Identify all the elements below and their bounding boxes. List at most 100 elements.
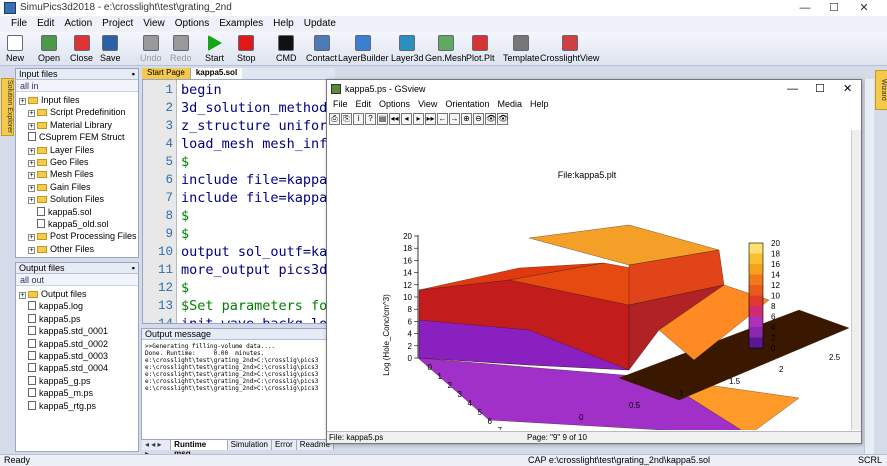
toolbar-cmd-button[interactable]: CMD xyxy=(276,34,297,63)
menu-action[interactable]: Action xyxy=(59,16,97,32)
gsview-tool-icon[interactable]: 👁 xyxy=(485,113,496,125)
code-line[interactable]: include file=kappa5. xyxy=(181,172,331,188)
gsview-minimize-button[interactable]: — xyxy=(787,80,798,98)
toolbar-contact-button[interactable]: Contact xyxy=(306,34,337,63)
gsview-tool-icon[interactable]: ▸ xyxy=(413,113,424,125)
input-files-item[interactable]: + Input files xyxy=(19,94,138,106)
solution-explorer-tab[interactable]: Solution Explorer xyxy=(1,78,14,136)
toolbar-open-button[interactable]: Open xyxy=(38,34,60,63)
gsview-tool-icon[interactable]: → xyxy=(449,113,460,125)
toolbar-start-button[interactable]: Start xyxy=(205,34,224,63)
wizard-tab[interactable]: Wizard xyxy=(875,70,887,110)
gsview-menu-options[interactable]: Options xyxy=(375,98,414,112)
menu-help[interactable]: Help xyxy=(268,16,299,32)
toolbar-save-button[interactable]: Save xyxy=(100,34,121,63)
tab-start-page[interactable]: Start Page xyxy=(142,68,191,79)
expand-icon[interactable]: + xyxy=(28,172,35,180)
gsview-tool-icon[interactable]: ⎙ xyxy=(329,113,340,125)
expand-icon[interactable]: + xyxy=(28,246,35,254)
input-files-item[interactable]: + Solution Files xyxy=(19,193,138,205)
code-line[interactable]: $ xyxy=(181,226,189,242)
toolbar-plot-plt-button[interactable]: Plot.Plt xyxy=(466,34,495,63)
gsview-tool-icon[interactable]: ▤ xyxy=(377,113,388,125)
output-files-item[interactable]: kappa5.std_0004 xyxy=(19,362,138,374)
editor-vertical-scrollbar[interactable] xyxy=(864,79,874,454)
tab-error[interactable]: Error xyxy=(272,440,297,450)
code-line[interactable]: z_structure uniform xyxy=(181,118,331,134)
toolbar-new-button[interactable]: New xyxy=(6,34,24,63)
toolbar-gen-mesh-button[interactable]: Gen.Mesh xyxy=(425,34,467,63)
toolbar-close-button[interactable]: Close xyxy=(70,34,93,63)
code-line[interactable]: $ xyxy=(181,280,189,296)
input-files-filter[interactable]: all in xyxy=(16,80,138,92)
code-line[interactable]: 3d_solution_method 3 xyxy=(181,100,331,116)
input-files-item[interactable]: CSuprem FEM Struct xyxy=(19,131,138,143)
input-files-item[interactable]: + Material Library xyxy=(19,119,138,131)
code-editor[interactable]: 1 2 3 4 5 6 7 8 9 10 11 12 13 14 begin 3d_solution_met… xyxy=(142,79,332,324)
expand-icon[interactable]: + xyxy=(28,147,35,155)
gsview-maximize-button[interactable]: ☐ xyxy=(815,80,825,98)
maximize-button[interactable]: ☐ xyxy=(822,1,846,15)
code-line[interactable]: output sol_outf=kapp xyxy=(181,244,331,260)
menu-options[interactable]: Options xyxy=(170,16,214,32)
code-line[interactable]: $Set parameters for xyxy=(181,298,331,314)
gsview-tool-icon[interactable]: ▸▸ xyxy=(425,113,436,125)
code-line[interactable]: init_wave backg_loss xyxy=(181,316,331,323)
expand-icon[interactable]: + xyxy=(28,197,35,205)
gsview-close-button[interactable]: ✕ xyxy=(843,80,852,98)
gsview-menu-help[interactable]: Help xyxy=(526,98,553,112)
toolbar-template-button[interactable]: Template xyxy=(503,34,540,63)
output-files-item[interactable]: kappa5.ps xyxy=(19,313,138,325)
code-line[interactable]: $ xyxy=(181,208,189,224)
gsview-tool-icon[interactable]: ⎘ xyxy=(341,113,352,125)
output-files-item[interactable]: kappa5.std_0002 xyxy=(19,338,138,350)
gsview-tool-icon[interactable]: i xyxy=(353,113,364,125)
expand-icon[interactable]: + xyxy=(19,98,26,105)
expand-icon[interactable]: + xyxy=(19,292,26,299)
output-files-item[interactable]: kappa5_rtg.ps xyxy=(19,400,138,412)
toolbar-crosslightview-button[interactable]: CrosslightView xyxy=(540,34,599,63)
expand-icon[interactable]: + xyxy=(28,122,35,130)
output-files-item[interactable]: kappa5.std_0003 xyxy=(19,350,138,362)
close-button[interactable]: ✕ xyxy=(852,1,876,15)
menu-edit[interactable]: Edit xyxy=(32,16,59,32)
input-files-item[interactable]: + Gain Files xyxy=(19,181,138,193)
gsview-menu-view[interactable]: View xyxy=(414,98,441,112)
gsview-tool-icon[interactable]: ← xyxy=(437,113,448,125)
output-files-item[interactable]: kappa5_g.ps xyxy=(19,375,138,387)
output-files-item[interactable]: kappa5_m.ps xyxy=(19,387,138,399)
gsview-tool-icon[interactable]: ◂ xyxy=(401,113,412,125)
input-files-item[interactable]: + Post Processing Files xyxy=(19,230,138,242)
code-line[interactable]: $ xyxy=(181,154,189,170)
menu-view[interactable]: View xyxy=(138,16,170,32)
toolbar-layer3d-button[interactable]: Layer3d xyxy=(391,34,424,63)
code-line[interactable]: load_mesh mesh_inf=k xyxy=(181,136,331,152)
input-files-item[interactable]: kappa5_old.sol xyxy=(19,218,138,230)
output-files-item[interactable]: + Output files xyxy=(19,288,138,300)
input-files-item[interactable]: + Geo Files xyxy=(19,156,138,168)
gsview-tool-icon[interactable]: ◂◂ xyxy=(389,113,400,125)
code-line[interactable]: include file=kappa5. xyxy=(181,190,331,206)
gsview-scrollbar[interactable] xyxy=(851,130,861,430)
menu-project[interactable]: Project xyxy=(97,16,138,32)
gsview-tool-icon[interactable]: ⊕ xyxy=(461,113,472,125)
toolbar-redo-button[interactable]: Redo xyxy=(170,34,192,63)
gsview-menu-media[interactable]: Media xyxy=(493,98,526,112)
gsview-tool-icon[interactable]: ⊖ xyxy=(473,113,484,125)
toolbar-undo-button[interactable]: Undo xyxy=(140,34,162,63)
expand-icon[interactable]: + xyxy=(28,234,35,242)
menu-examples[interactable]: Examples xyxy=(214,16,268,32)
input-files-item[interactable]: + Mesh Files xyxy=(19,168,138,180)
gsview-menu-orientation[interactable]: Orientation xyxy=(441,98,493,112)
toolbar-stop-button[interactable]: Stop xyxy=(237,34,256,63)
tab-simulation[interactable]: Simulation xyxy=(228,440,272,450)
expand-icon[interactable]: + xyxy=(28,110,35,118)
output-files-item[interactable]: kappa5.std_0001 xyxy=(19,325,138,337)
output-nav-icon[interactable]: ◂ ◂ ▸ ▸ xyxy=(142,440,172,458)
output-files-filter[interactable]: all out xyxy=(16,274,138,286)
gsview-tool-icon[interactable]: 👁 xyxy=(497,113,508,125)
output-files-item[interactable]: kappa5.log xyxy=(19,300,138,312)
input-files-item[interactable]: kappa5.sol xyxy=(19,206,138,218)
minimize-button[interactable]: — xyxy=(793,1,817,15)
tab-runtime-msg[interactable]: Runtime msg xyxy=(171,440,228,458)
